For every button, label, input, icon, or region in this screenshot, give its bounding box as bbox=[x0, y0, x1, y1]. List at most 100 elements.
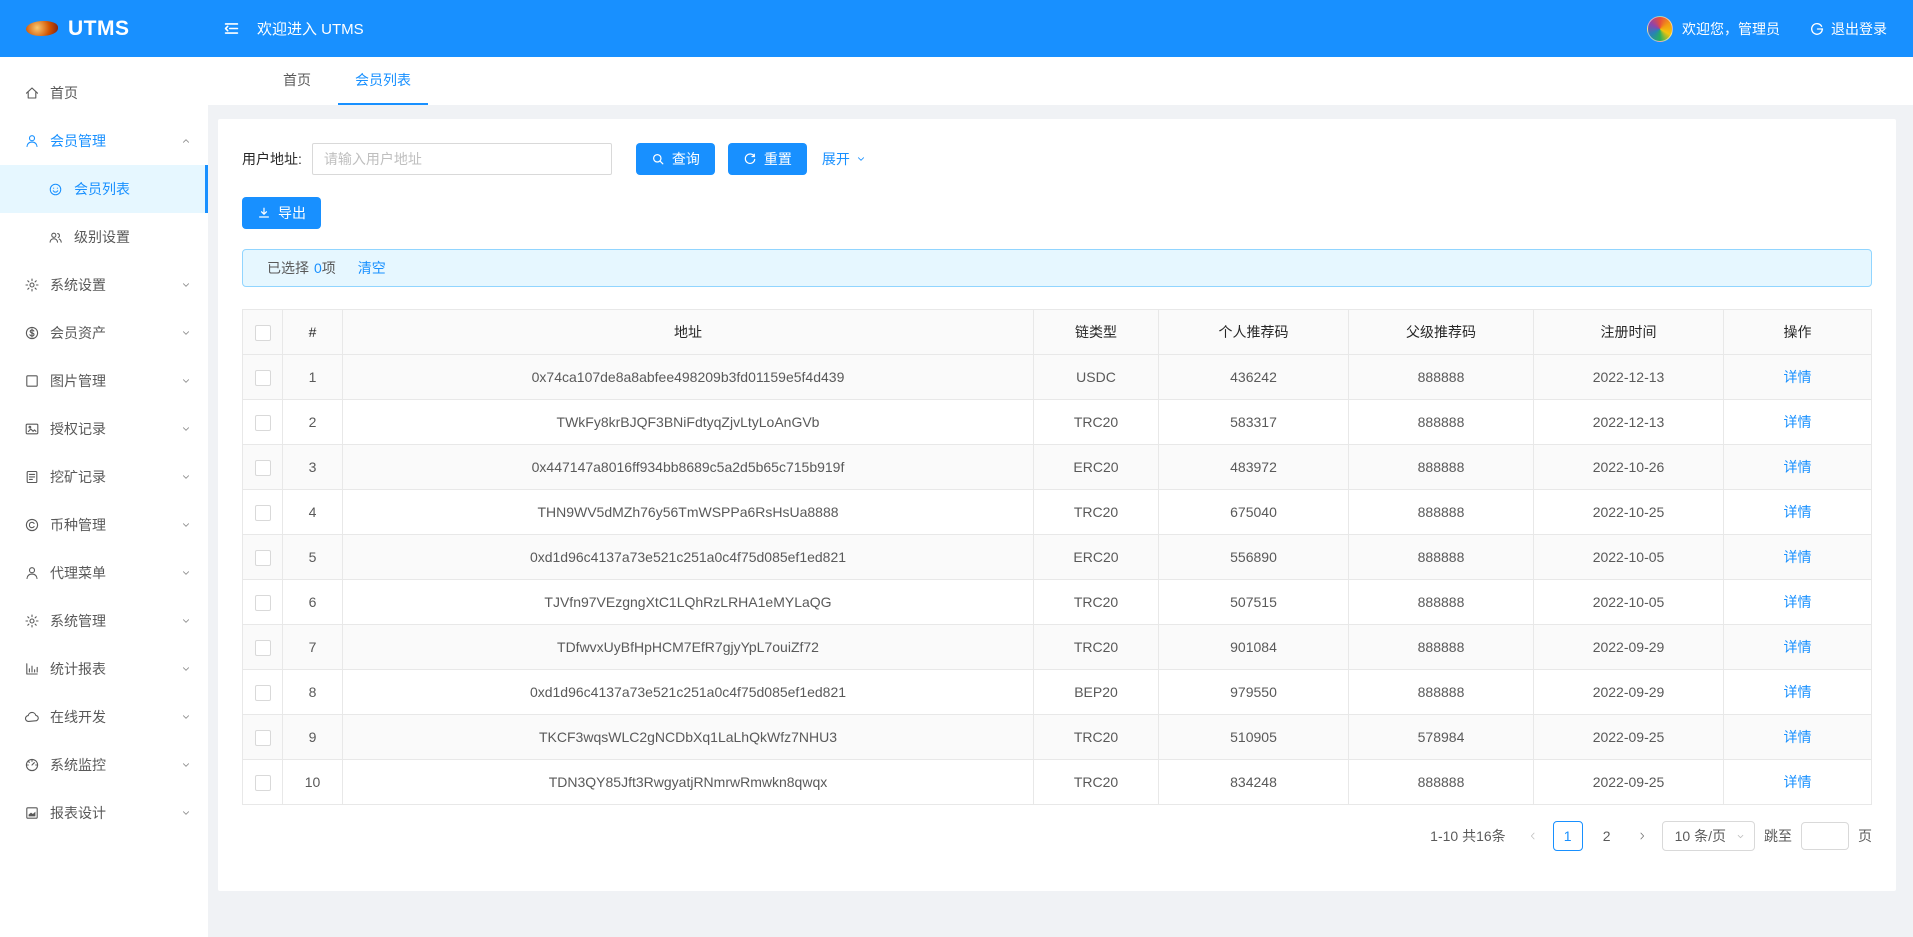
member-list-card: 用户地址: 查询 重置 展开 bbox=[218, 119, 1896, 891]
copyright-icon bbox=[24, 517, 40, 533]
expand-label: 展开 bbox=[822, 149, 850, 169]
tab-member-list[interactable]: 会员列表 bbox=[338, 57, 428, 105]
team-icon bbox=[48, 229, 64, 245]
sidebar-item-coin-management[interactable]: 币种管理 bbox=[0, 501, 208, 549]
row-checkbox[interactable] bbox=[255, 370, 271, 386]
table-row: 6TJVfn97VEzgngXtC1LQhRzLRHA1eMYLaQGTRC20… bbox=[243, 580, 1872, 625]
sidebar-item-member-management[interactable]: 会员管理 bbox=[0, 117, 208, 165]
menu-fold-icon[interactable] bbox=[222, 19, 241, 38]
sidebar-item-member-list[interactable]: 会员列表 bbox=[0, 165, 208, 213]
sidebar-item-member-assets[interactable]: 会员资产 bbox=[0, 309, 208, 357]
table-row: 4THN9WV5dMZh76y56TmWSPPa6RsHsUa8888TRC20… bbox=[243, 490, 1872, 535]
sidebar-item-label: 币种管理 bbox=[50, 515, 170, 535]
row-detail-link[interactable]: 详情 bbox=[1784, 549, 1812, 565]
app-logo[interactable]: UTMS bbox=[0, 17, 208, 41]
next-page-button[interactable] bbox=[1631, 821, 1653, 851]
sidebar-item-online-dev[interactable]: 在线开发 bbox=[0, 693, 208, 741]
row-parent-code: 578984 bbox=[1349, 715, 1534, 760]
export-button[interactable]: 导出 bbox=[242, 197, 321, 229]
chevron-down-icon bbox=[180, 567, 192, 579]
sidebar-item-agent-menu[interactable]: 代理菜单 bbox=[0, 549, 208, 597]
row-detail-link[interactable]: 详情 bbox=[1784, 684, 1812, 700]
row-personal-code: 556890 bbox=[1159, 535, 1349, 580]
topbar-right: 欢迎您，管理员 退出登录 bbox=[1647, 16, 1887, 42]
main-area: 首页 会员列表 用户地址: 查询 重置 bbox=[208, 57, 1913, 937]
row-detail-link[interactable]: 详情 bbox=[1784, 639, 1812, 655]
row-index: 3 bbox=[283, 445, 343, 490]
search-icon bbox=[651, 152, 665, 166]
export-button-label: 导出 bbox=[278, 203, 306, 223]
clear-selection-link[interactable]: 清空 bbox=[358, 258, 386, 278]
row-detail-link[interactable]: 详情 bbox=[1784, 594, 1812, 610]
sidebar-item-label: 会员资产 bbox=[50, 323, 170, 343]
sidebar-item-statistics-report[interactable]: 统计报表 bbox=[0, 645, 208, 693]
row-checkbox[interactable] bbox=[255, 730, 271, 746]
row-checkbox[interactable] bbox=[255, 505, 271, 521]
tab-home[interactable]: 首页 bbox=[266, 57, 328, 105]
col-actions: 操作 bbox=[1724, 310, 1872, 355]
avatar[interactable] bbox=[1647, 16, 1673, 42]
chevron-down-icon bbox=[180, 375, 192, 387]
chevron-down-icon bbox=[180, 807, 192, 819]
sidebar-item-label: 系统设置 bbox=[50, 275, 170, 295]
chevron-down-icon bbox=[180, 471, 192, 483]
row-checkbox[interactable] bbox=[255, 460, 271, 476]
sidebar-item-home[interactable]: 首页 bbox=[0, 69, 208, 117]
prev-page-button[interactable] bbox=[1522, 821, 1544, 851]
col-parent-code: 父级推荐码 bbox=[1349, 310, 1534, 355]
sidebar-item-label: 首页 bbox=[50, 83, 192, 103]
row-detail-link[interactable]: 详情 bbox=[1784, 459, 1812, 475]
selection-bar: 已选择 0 项 清空 bbox=[242, 249, 1872, 287]
row-reg-date: 2022-10-05 bbox=[1534, 535, 1724, 580]
app-logo-text: UTMS bbox=[68, 17, 130, 41]
search-button[interactable]: 查询 bbox=[636, 143, 715, 175]
row-parent-code: 888888 bbox=[1349, 670, 1534, 715]
row-chain-type: ERC20 bbox=[1034, 445, 1159, 490]
page-1-button[interactable]: 1 bbox=[1553, 821, 1583, 851]
row-checkbox[interactable] bbox=[255, 595, 271, 611]
row-checkbox[interactable] bbox=[255, 415, 271, 431]
row-detail-link[interactable]: 详情 bbox=[1784, 504, 1812, 520]
sidebar-item-label: 会员列表 bbox=[74, 179, 192, 199]
row-checkbox[interactable] bbox=[255, 775, 271, 791]
row-chain-type: USDC bbox=[1034, 355, 1159, 400]
sidebar-item-system-settings[interactable]: 系统设置 bbox=[0, 261, 208, 309]
selection-count: 0 bbox=[314, 260, 322, 276]
sidebar-item-system-monitor[interactable]: 系统监控 bbox=[0, 741, 208, 789]
member-table: # 地址 链类型 个人推荐码 父级推荐码 注册时间 操作 10x74ca107d… bbox=[242, 309, 1872, 805]
pagination-total: 1-10 共16条 bbox=[1430, 826, 1505, 846]
row-personal-code: 483972 bbox=[1159, 445, 1349, 490]
row-address: TJVfn97VEzgngXtC1LQhRzLRHA1eMYLaQG bbox=[343, 580, 1034, 625]
logout-label: 退出登录 bbox=[1831, 19, 1887, 39]
row-address: 0xd1d96c4137a73e521c251a0c4f75d085ef1ed8… bbox=[343, 670, 1034, 715]
row-detail-link[interactable]: 详情 bbox=[1784, 774, 1812, 790]
expand-link[interactable]: 展开 bbox=[822, 149, 867, 169]
row-checkbox[interactable] bbox=[255, 640, 271, 656]
sidebar-item-report-design[interactable]: 报表设计 bbox=[0, 789, 208, 837]
sidebar-item-level-settings[interactable]: 级别设置 bbox=[0, 213, 208, 261]
row-checkbox[interactable] bbox=[255, 550, 271, 566]
page-size-value: 10 条/页 bbox=[1675, 826, 1726, 846]
user-address-input[interactable] bbox=[312, 143, 612, 175]
row-checkbox[interactable] bbox=[255, 685, 271, 701]
download-icon bbox=[257, 206, 271, 220]
row-detail-link[interactable]: 详情 bbox=[1784, 414, 1812, 430]
sidebar-item-label: 挖矿记录 bbox=[50, 467, 170, 487]
select-all-checkbox[interactable] bbox=[255, 325, 271, 341]
page-2-button[interactable]: 2 bbox=[1592, 821, 1622, 851]
search-button-label: 查询 bbox=[672, 149, 700, 169]
sidebar-item-authorization-records[interactable]: 授权记录 bbox=[0, 405, 208, 453]
sidebar-item-label: 系统监控 bbox=[50, 755, 170, 775]
sidebar-item-system-management[interactable]: 系统管理 bbox=[0, 597, 208, 645]
row-index: 9 bbox=[283, 715, 343, 760]
row-parent-code: 888888 bbox=[1349, 400, 1534, 445]
jump-page-input[interactable] bbox=[1801, 822, 1849, 850]
page-size-select[interactable]: 10 条/页 bbox=[1662, 821, 1755, 851]
col-index: # bbox=[283, 310, 343, 355]
row-detail-link[interactable]: 详情 bbox=[1784, 369, 1812, 385]
sidebar-item-image-management[interactable]: 图片管理 bbox=[0, 357, 208, 405]
sidebar-item-mining-records[interactable]: 挖矿记录 bbox=[0, 453, 208, 501]
row-detail-link[interactable]: 详情 bbox=[1784, 729, 1812, 745]
logout-button[interactable]: 退出登录 bbox=[1809, 19, 1887, 39]
reset-button[interactable]: 重置 bbox=[728, 143, 807, 175]
